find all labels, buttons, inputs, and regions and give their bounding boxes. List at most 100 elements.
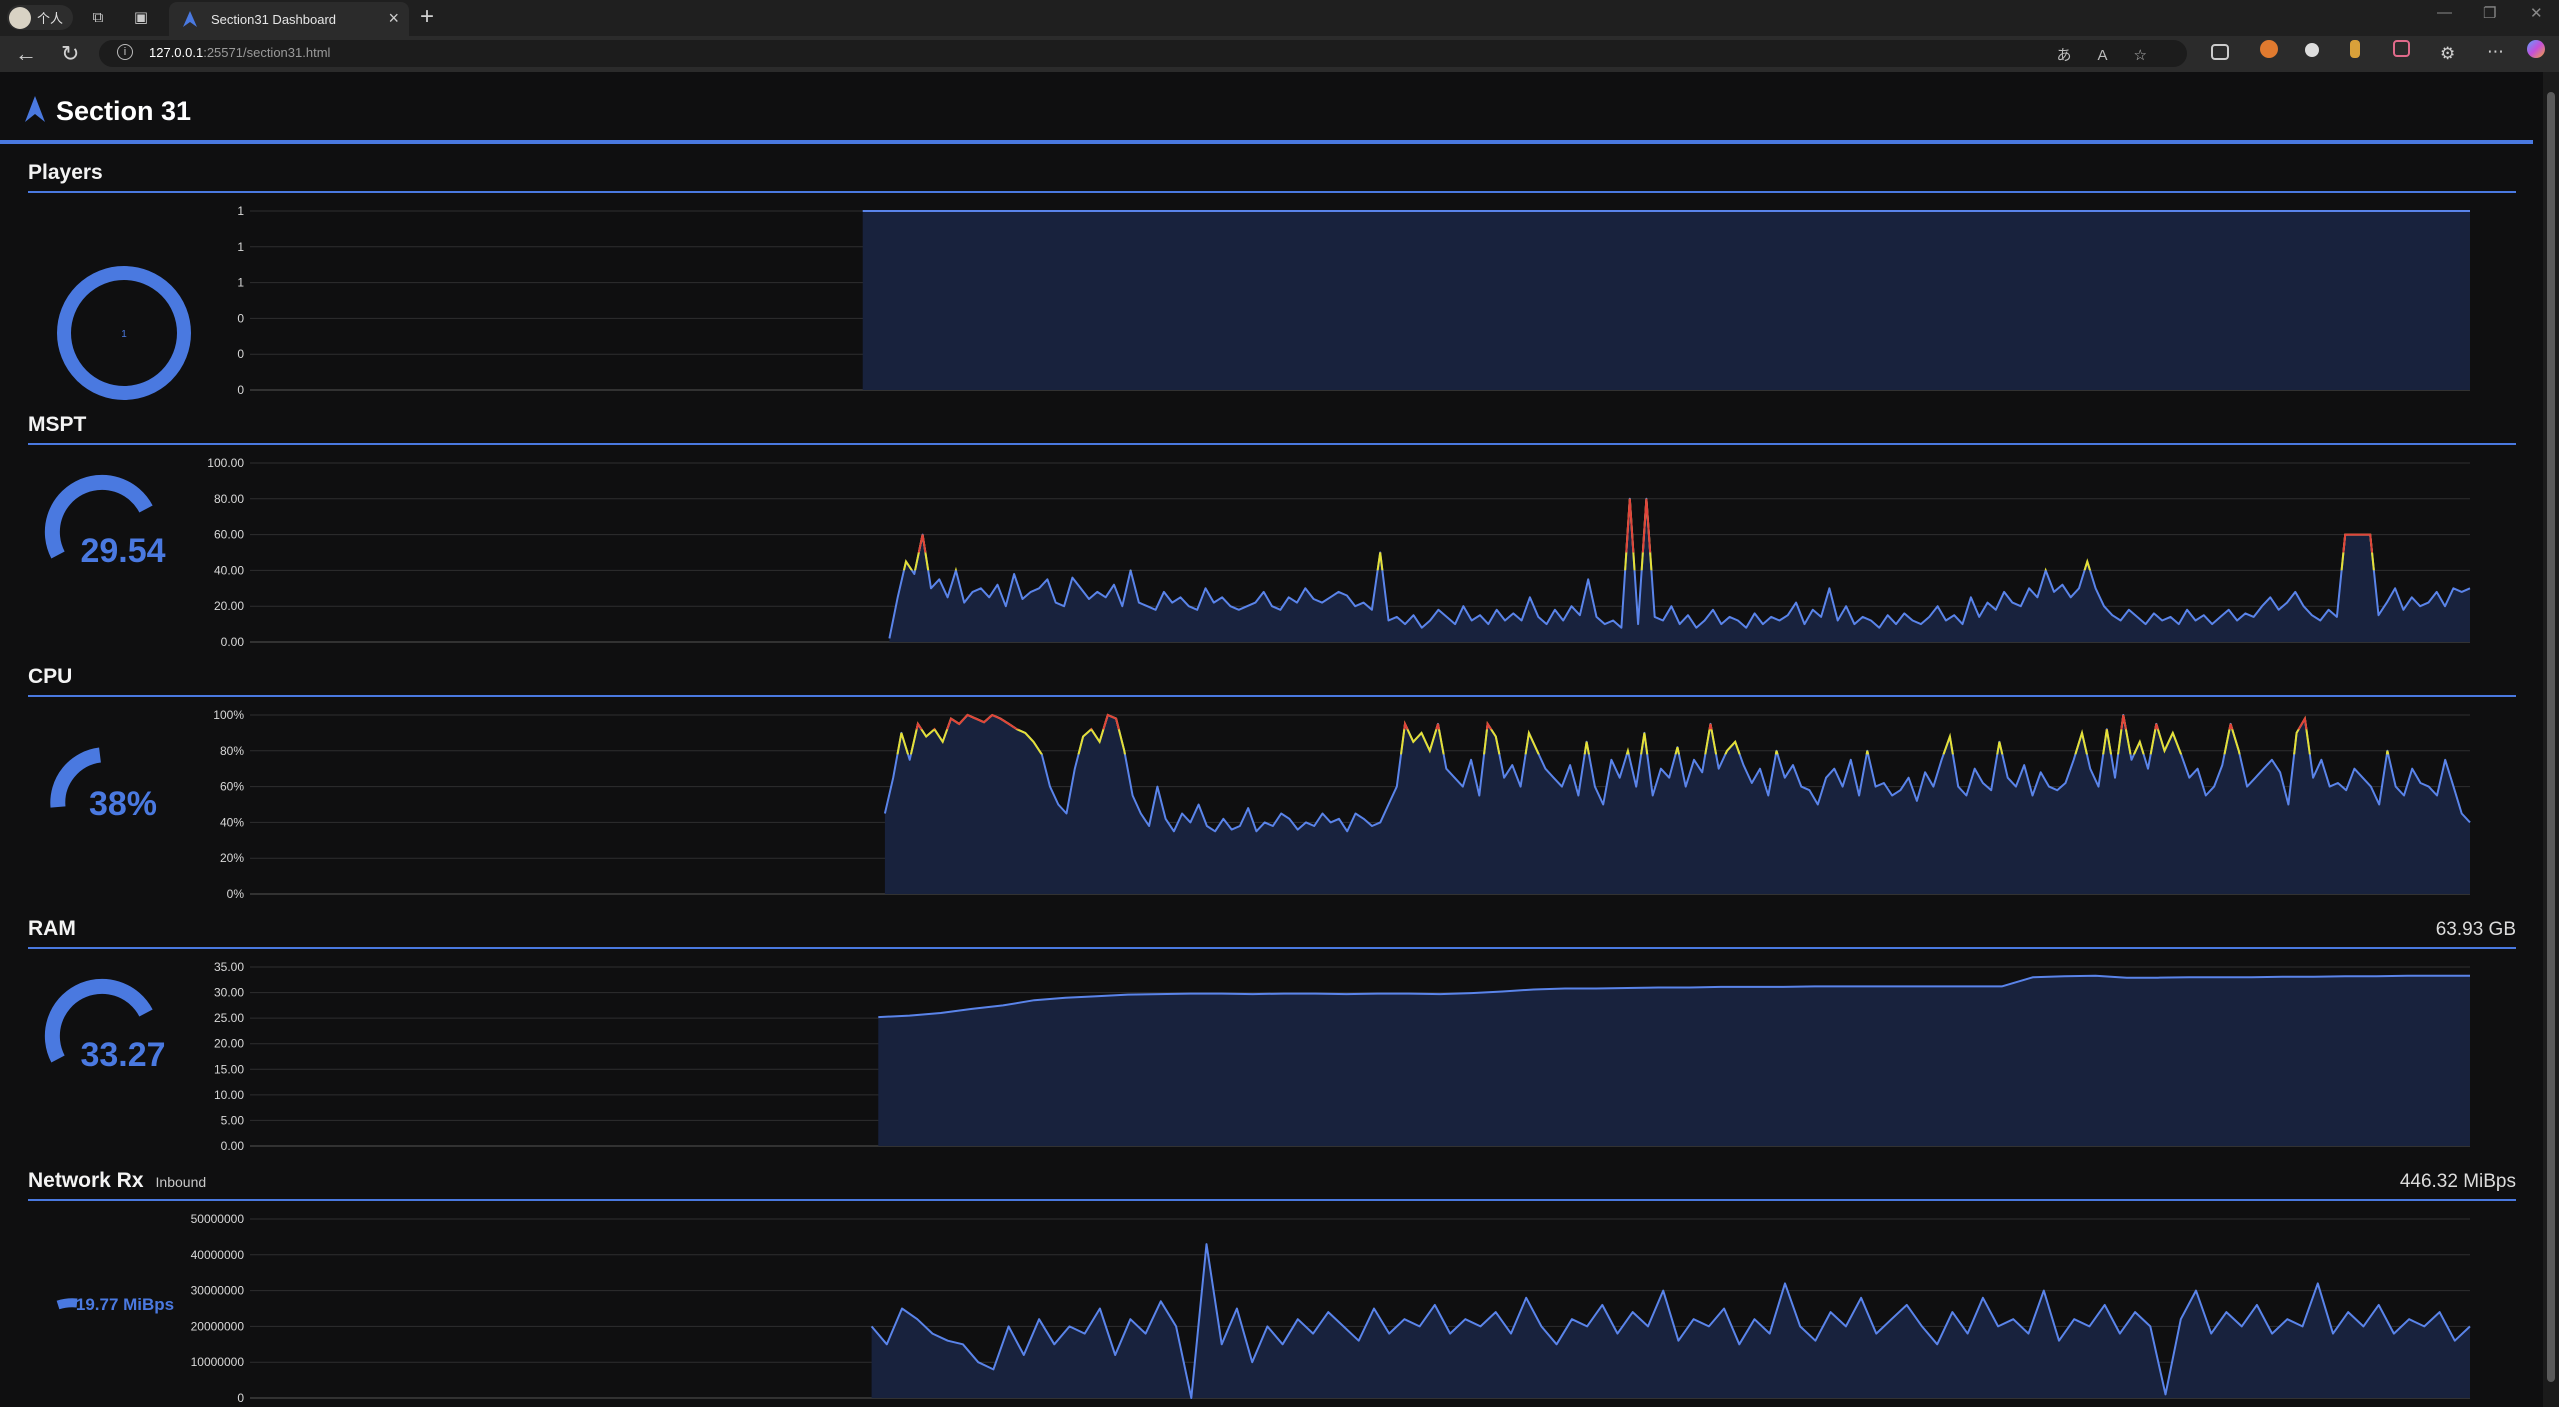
read-aloud-icon[interactable]: A	[2098, 47, 2134, 64]
translate-icon[interactable]: あ	[2057, 47, 2098, 64]
network-section: Network Rx Inbound 446.32 MiBps 19.77 MiB…	[28, 1169, 2516, 1407]
ram-panel: 33.27 35.00 30.00 25.00 20.00 15.00 10.00 5.00…	[44, 960, 2470, 1153]
cpu-ytick-label: 20%	[220, 851, 244, 865]
site-info-icon[interactable]: i	[117, 44, 133, 60]
mspt-panel: 29.54 100.00 80.00 60.00 40.00 20.00 0.00	[44, 456, 2471, 649]
mspt-ytick-label: 20.00	[214, 599, 244, 613]
profile-button[interactable]: 个人	[7, 5, 73, 30]
network-title-text: Network Rx	[28, 1169, 144, 1192]
cpu-section: CPU 38% 100% 80% 60% 40% 20% 0%	[28, 665, 2516, 905]
players-ytick-label: 0	[237, 311, 244, 325]
network-gauge-arc	[56, 1298, 78, 1310]
cpu-chart: 100% 80% 60% 40% 20% 0%	[213, 708, 2471, 901]
cpu-ytick-label: 40%	[220, 815, 244, 829]
workspaces-icon[interactable]: ⧉	[88, 8, 108, 28]
ram-ytick-label: 15.00	[214, 1062, 244, 1076]
mspt-ytick-label: 0.00	[221, 635, 245, 649]
header-divider	[0, 140, 2533, 144]
players-title: Players	[28, 161, 103, 184]
mspt-ytick-label: 80.00	[214, 492, 244, 506]
network_rx-ytick-label: 30000000	[191, 1284, 245, 1298]
mspt-title: MSPT	[28, 413, 87, 436]
tab-title: Section31 Dashboard	[211, 12, 337, 27]
back-icon[interactable]: ←	[15, 41, 37, 67]
mspt-ytick-label: 60.00	[214, 528, 244, 542]
section31-logo-icon	[25, 96, 45, 122]
ram-total: 63.93 GB	[2435, 919, 2516, 940]
ram-ytick-label: 20.00	[214, 1037, 244, 1051]
ram-ytick-label: 0.00	[221, 1139, 245, 1153]
minimize-icon[interactable]: —	[2437, 4, 2452, 21]
players-ytick-label: 0	[237, 347, 244, 361]
network_rx-ytick-label: 10000000	[191, 1355, 245, 1369]
mspt-ytick-label: 100.00	[207, 456, 244, 470]
restore-icon[interactable]: ❐	[2483, 4, 2496, 22]
players-ytick-label: 1	[237, 204, 244, 218]
url-host: 127.0.0.1	[149, 45, 204, 60]
cpu-panel: 38% 100% 80% 60% 40% 20% 0%	[50, 708, 2471, 901]
network_rx-area	[871, 1244, 2470, 1398]
favorite-star-icon[interactable]: ☆	[2134, 47, 2173, 64]
mspt-ytick-label: 40.00	[214, 563, 244, 577]
cpu-ytick-label: 100%	[213, 708, 244, 722]
players-ytick-label: 0	[237, 383, 244, 397]
url-text[interactable]: 127.0.0.1:25571/section31.html	[149, 45, 330, 60]
url-bar-actions[interactable]: あA☆	[2057, 44, 2173, 65]
network_rx-ytick-label: 20000000	[191, 1319, 245, 1333]
window-close-icon[interactable]: ✕	[2530, 4, 2543, 22]
players-area	[862, 211, 2471, 390]
mspt-gauge-value: 29.54	[80, 532, 165, 570]
reload-icon[interactable]: ↻	[61, 41, 79, 67]
network_rx-ytick-label: 0	[237, 1391, 244, 1405]
tab-actions-icon[interactable]: ▣	[131, 8, 151, 28]
mspt-chart: 100.00 80.00 60.00 40.00 20.00 0.00	[207, 456, 2471, 649]
ram-ytick-label: 10.00	[214, 1088, 244, 1102]
ram-ytick-label: 35.00	[214, 960, 244, 974]
scrollbar-thumb[interactable]	[2547, 92, 2555, 1382]
extension-icon-2[interactable]	[2260, 40, 2278, 58]
profile-label: 个人	[37, 11, 64, 26]
players-panel: 1 1 1 1 0 0 0	[57, 204, 2471, 400]
page-header: Section 31	[0, 72, 2540, 146]
extension-icon-3[interactable]	[2305, 43, 2319, 57]
network-gauge-value: 19.77 MiBps	[76, 1295, 174, 1314]
page-title: Section 31	[56, 96, 192, 126]
network_rx-ytick-label: 50000000	[191, 1212, 245, 1226]
network-total: 446.32 MiBps	[2399, 1171, 2516, 1192]
extension-icon-1[interactable]	[2211, 44, 2229, 60]
tab-section31-dashboard[interactable]: Section31 Dashboard ×	[169, 2, 409, 36]
page-scrollbar[interactable]	[2543, 72, 2559, 1407]
ram-ytick-label: 30.00	[214, 986, 244, 1000]
section31-favicon	[183, 11, 197, 27]
url-bar[interactable]: i 127.0.0.1:25571/section31.html あA☆	[99, 40, 2187, 67]
ram-section: RAM 63.93 GB 33.27 35.00 30.00 25.00 20.00 1…	[28, 917, 2516, 1157]
extension-icon-4[interactable]	[2350, 40, 2360, 58]
cpu-ytick-label: 0%	[227, 887, 245, 901]
tab-close-icon[interactable]: ×	[388, 8, 399, 29]
players-section: Players 1 1 1 1 0 0 0	[28, 161, 2516, 401]
ram-gauge-value: 33.27	[80, 1036, 165, 1074]
cpu-ytick-label: 60%	[220, 780, 244, 794]
mspt-section: MSPT 29.54 100.00 80.00 60.00 40.00 20.00 0.0…	[28, 413, 2516, 653]
ram-area	[878, 975, 2470, 1146]
players-gauge-value: 1	[121, 329, 127, 340]
network-title: Network Rx Inbound	[28, 1169, 206, 1193]
cpu-gauge-value: 38%	[89, 785, 157, 823]
new-tab-icon[interactable]: +	[420, 3, 434, 31]
more-menu-icon[interactable]: ⋯	[2487, 42, 2504, 62]
ram-ytick-label: 5.00	[221, 1113, 245, 1127]
network-chart: 50000000 40000000 30000000 20000000 10000000…	[191, 1212, 2471, 1405]
url-path: :25571/section31.html	[203, 45, 331, 60]
extension-icon-5[interactable]	[2393, 40, 2410, 57]
extensions-icon[interactable]: ⚙	[2440, 44, 2455, 64]
network-panel: 19.77 MiBps 50000000 40000000 30000000 2000…	[56, 1212, 2471, 1405]
network-subtitle: Inbound	[155, 1174, 207, 1190]
profile-avatar	[9, 6, 31, 29]
players-ytick-label: 1	[237, 240, 244, 254]
cpu-title: CPU	[28, 665, 73, 688]
players-ytick-label: 1	[237, 276, 244, 290]
network_rx-ytick-label: 40000000	[191, 1248, 245, 1262]
address-toolbar: ← ↻ i 127.0.0.1:25571/section31.html あA☆…	[0, 36, 2559, 72]
copilot-icon[interactable]	[2527, 40, 2545, 58]
players-chart: 1 1 1 0 0 0	[237, 204, 2471, 397]
